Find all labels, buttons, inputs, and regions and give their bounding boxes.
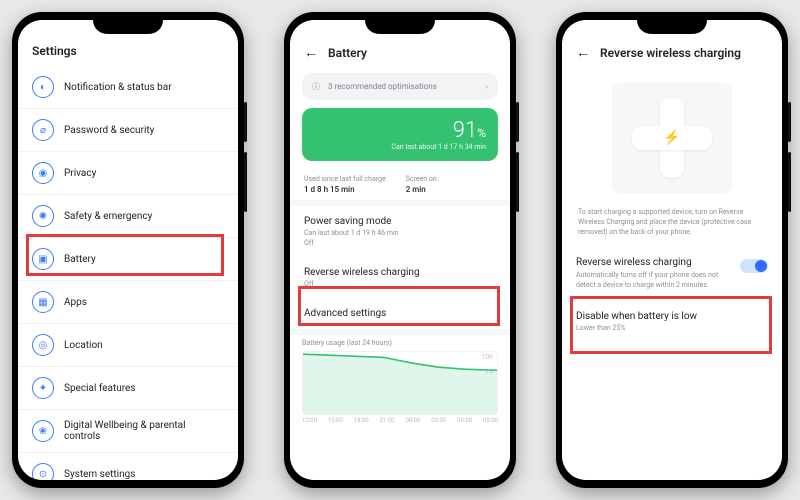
optimisations-text: 3 recommended optimisations <box>328 82 437 91</box>
settings-row-notification-status-bar[interactable]: ◐ Notification & status bar <box>18 66 238 108</box>
axis-tick: 03:00 <box>431 417 446 424</box>
axis-tick: 21:00 <box>380 417 395 424</box>
disable-title: Disable when battery is low <box>576 311 768 322</box>
row-label: Battery <box>64 254 96 265</box>
page-title: Settings <box>18 40 238 66</box>
disable-sub: Lower than 25% <box>576 324 768 332</box>
axis-tick: 15:00 <box>328 417 343 424</box>
rwc-toggle-sub: Automatically turns off if your phone do… <box>576 271 732 291</box>
notch <box>637 20 707 34</box>
chart-title: Battery usage (last 24 hours) <box>302 339 498 347</box>
rwc-title: Reverse wireless charging <box>304 267 496 278</box>
row-label: System settings <box>64 469 135 480</box>
settings-row-digital-wellbeing-parental-controls[interactable]: ❀ Digital Wellbeing & parental controls <box>18 409 238 452</box>
instructions-text: To start charging a supported device, tu… <box>562 207 782 247</box>
row-icon: ✺ <box>32 205 54 227</box>
phone-reverse-wireless: ← Reverse wireless charging ⚡ To start c… <box>556 12 788 488</box>
axis-tick: 18:00 <box>354 417 369 424</box>
tutorial-three-phones: Settings ◐ Notification & status bar ⌀ Pass… <box>0 0 800 500</box>
axis-tick: 00:00 <box>405 417 420 424</box>
stat-screen-label: Screen on <box>406 175 437 183</box>
svg-text:75: 75 <box>485 368 493 376</box>
power-button <box>788 102 791 142</box>
settings-row-safety-emergency[interactable]: ✺ Safety & emergency <box>18 194 238 237</box>
row-label: Digital Wellbeing & parental controls <box>64 420 224 442</box>
row-icon: ❀ <box>32 420 54 442</box>
info-icon: ⓘ <box>312 81 320 92</box>
settings-row-special-features[interactable]: ✦ Special features <box>18 366 238 409</box>
reverse-wireless-charging-item[interactable]: Reverse wireless charging Off <box>290 257 510 298</box>
svg-text:100: 100 <box>482 352 493 360</box>
phone-settings: Settings ◐ Notification & status bar ⌀ Pass… <box>12 12 244 488</box>
disable-low-battery-item[interactable]: Disable when battery is low Lower than 2… <box>562 301 782 342</box>
notch <box>93 20 163 34</box>
page-title: Battery <box>328 46 367 60</box>
row-label: Password & security <box>64 125 154 136</box>
battery-usage-chart: Battery usage (last 24 hours) 100 75 12:… <box>302 339 498 424</box>
phone-battery: ← Battery ⓘ 3 recommended optimisations … <box>284 12 516 488</box>
psm-sub: Can last about 1 d 19 h 46 min <box>304 229 496 237</box>
back-icon[interactable]: ← <box>576 44 590 61</box>
percent-sign: % <box>477 126 486 140</box>
advanced-settings-label: Advanced settings <box>304 308 496 319</box>
axis-tick: 05:00 <box>457 417 472 424</box>
notch <box>365 20 435 34</box>
row-icon: ✦ <box>32 377 54 399</box>
row-label: Safety & emergency <box>64 211 152 222</box>
axis-tick: 12:00 <box>302 417 317 424</box>
stat-screen-value: 2 min <box>406 185 437 194</box>
row-label: Privacy <box>64 168 96 179</box>
row-label: Notification & status bar <box>64 82 172 93</box>
row-label: Location <box>64 340 103 351</box>
volume-button <box>244 152 247 212</box>
battery-estimate: Can last about 1 d 17 h 34 min <box>314 143 486 151</box>
reverse-wireless-toggle-row[interactable]: Reverse wireless charging Automatically … <box>562 247 782 301</box>
battery-stats: Used since last full charge 1 d 8 h 15 mi… <box>290 169 510 200</box>
bolt-icon: ⚡ <box>663 130 680 146</box>
volume-button <box>516 152 519 212</box>
settings-row-location[interactable]: ◎ Location <box>18 323 238 366</box>
row-icon: ⌀ <box>32 119 54 141</box>
power-saving-mode-item[interactable]: Power saving mode Can last about 1 d 19 … <box>290 206 510 257</box>
psm-state: Off <box>304 239 496 247</box>
row-icon: ◉ <box>32 162 54 184</box>
stat-used-label: Used since last full charge <box>304 175 386 183</box>
row-icon: ▣ <box>32 248 54 270</box>
row-icon: ◐ <box>32 76 54 98</box>
stat-used-value: 1 d 8 h 15 min <box>304 185 386 194</box>
advanced-settings-item[interactable]: Advanced settings <box>290 298 510 329</box>
rwc-toggle-title: Reverse wireless charging <box>576 257 732 268</box>
power-button <box>516 102 519 142</box>
reverse-charging-illustration: ⚡ <box>612 83 732 193</box>
settings-row-battery[interactable]: ▣ Battery <box>18 237 238 280</box>
row-icon: ◎ <box>32 334 54 356</box>
back-icon[interactable]: ← <box>304 44 318 61</box>
settings-row-password-security[interactable]: ⌀ Password & security <box>18 108 238 151</box>
row-icon: ⊙ <box>32 463 54 480</box>
row-label: Apps <box>64 297 87 308</box>
row-label: Special features <box>64 383 136 394</box>
rwc-state: Off <box>304 280 496 288</box>
settings-row-privacy[interactable]: ◉ Privacy <box>18 151 238 194</box>
battery-card[interactable]: 91% Can last about 1 d 17 h 34 min <box>302 108 498 161</box>
psm-title: Power saving mode <box>304 216 496 227</box>
row-icon: ▦ <box>32 291 54 313</box>
axis-tick: 08:00 <box>483 417 498 424</box>
divider <box>290 329 510 335</box>
settings-row-system-settings[interactable]: ⊙ System settings <box>18 452 238 480</box>
power-button <box>244 102 247 142</box>
page-title: Reverse wireless charging <box>600 46 741 60</box>
toggle-switch-on[interactable] <box>740 259 768 273</box>
settings-row-apps[interactable]: ▦ Apps <box>18 280 238 323</box>
optimisations-banner[interactable]: ⓘ 3 recommended optimisations › <box>302 73 498 100</box>
volume-button <box>788 152 791 212</box>
chevron-right-icon: › <box>486 82 488 91</box>
battery-percent: 91 <box>453 118 477 143</box>
